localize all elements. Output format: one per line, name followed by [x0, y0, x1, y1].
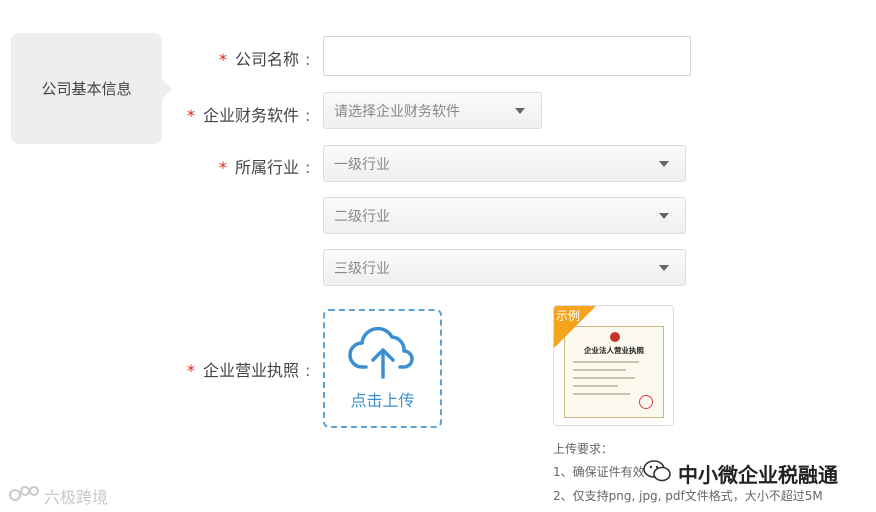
- upload-requirement-item: 2、仅支持png, jpg, pdf文件格式，大小不超过5M: [553, 489, 823, 503]
- business-license-label: * 企业营业执照:: [187, 357, 310, 381]
- business-license-label-text: 企业营业执照: [203, 361, 300, 380]
- required-mark: *: [219, 158, 227, 177]
- example-license-card: 企业法人营业执照 示例: [553, 305, 674, 426]
- industry-level1-selected: 一级行业: [334, 156, 390, 173]
- label-colon: :: [305, 50, 311, 69]
- finance-software-label-text: 企业财务软件: [203, 106, 300, 125]
- required-mark: *: [219, 50, 227, 69]
- industry-label-text: 所属行业: [235, 158, 300, 177]
- section-tab-basic-info[interactable]: 公司基本信息: [11, 33, 172, 144]
- section-tab-label: 公司基本信息: [41, 80, 132, 98]
- industry-level2-select[interactable]: 二级行业: [323, 197, 686, 234]
- industry-level3-select[interactable]: 三级行业: [323, 249, 686, 286]
- finance-software-label: * 企业财务软件:: [187, 102, 310, 126]
- finance-software-selected: 请选择企业财务软件: [334, 103, 460, 120]
- wechat-icon: [642, 459, 672, 488]
- finance-software-select[interactable]: 请选择企业财务软件: [323, 92, 542, 129]
- company-name-input[interactable]: [323, 36, 691, 76]
- company-name-label-text: 公司名称: [235, 50, 300, 69]
- industry-label: * 所属行业:: [219, 154, 310, 178]
- industry-level1-select[interactable]: 一级行业: [323, 145, 686, 182]
- required-mark: *: [187, 106, 195, 125]
- emblem-icon: [610, 332, 620, 342]
- industry-level3-selected: 三级行业: [334, 260, 390, 277]
- watermark-left-text: 六极跨境: [44, 488, 109, 507]
- label-colon: :: [305, 106, 311, 125]
- chevron-down-icon: [659, 161, 669, 167]
- seal-icon: [639, 395, 653, 409]
- required-mark: *: [187, 361, 195, 380]
- label-colon: :: [305, 158, 311, 177]
- watermark-right: 中小微企业税融通: [642, 459, 838, 488]
- chevron-down-icon: [659, 265, 669, 271]
- upload-button[interactable]: 点击上传: [323, 309, 442, 428]
- logo-icon: [8, 485, 40, 507]
- upload-requirement-item: 1、确保证件有效: [553, 465, 645, 479]
- company-name-label: * 公司名称:: [219, 46, 310, 70]
- label-colon: :: [305, 361, 311, 380]
- watermark-right-text: 中小微企业税融通: [678, 463, 838, 487]
- upload-requirements-title: 上传要求：: [553, 442, 614, 456]
- watermark-left: 六极跨境: [8, 484, 108, 508]
- industry-level2-selected: 二级行业: [334, 208, 390, 225]
- upload-text: 点击上传: [350, 390, 415, 410]
- chevron-down-icon: [659, 213, 669, 219]
- cloud-upload-icon: [347, 326, 418, 383]
- example-label: 示例: [556, 309, 581, 323]
- chevron-down-icon: [515, 108, 525, 114]
